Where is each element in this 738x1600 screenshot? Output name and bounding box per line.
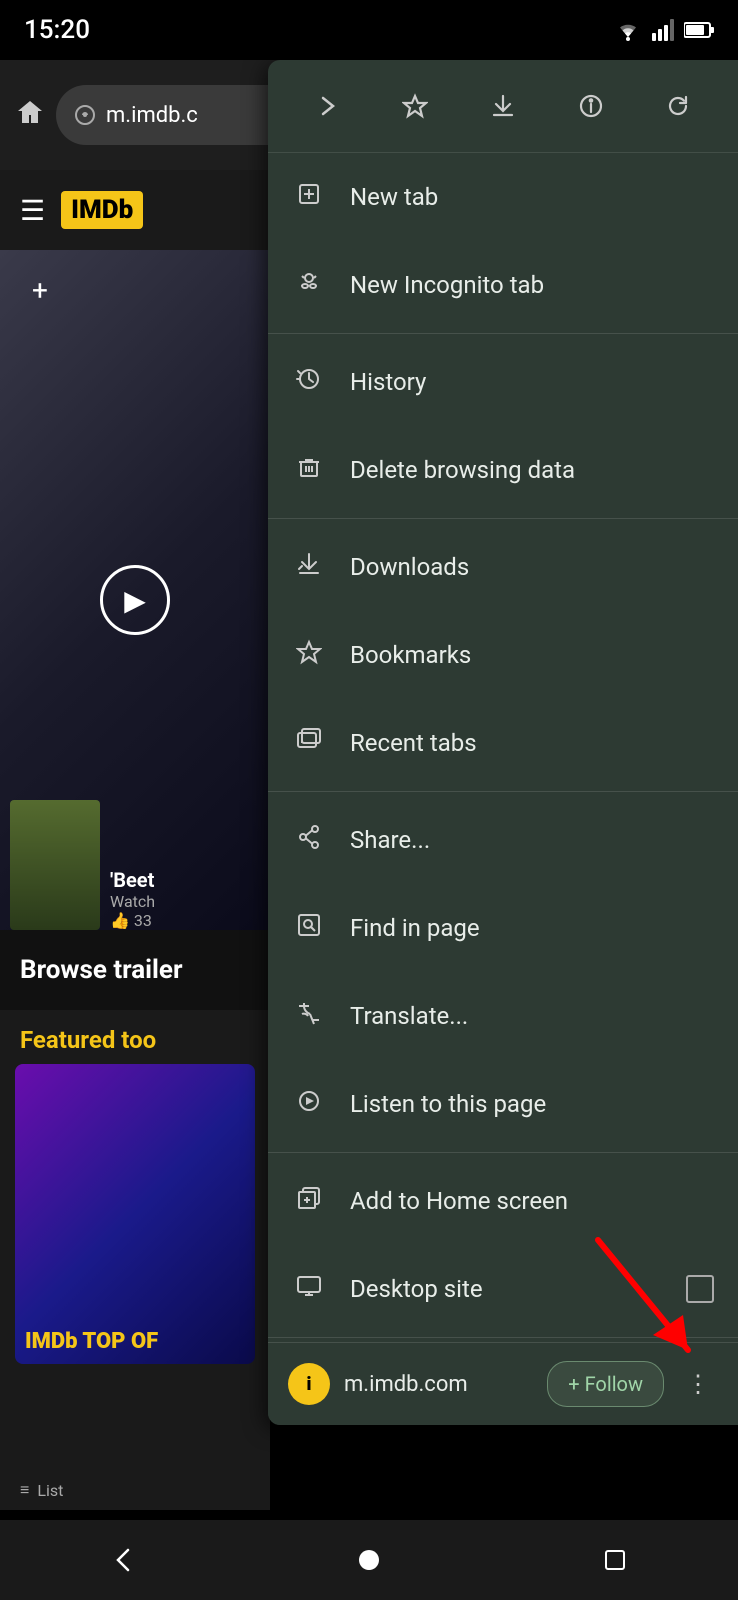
menu-item-add-to-home-screen[interactable]: Add to Home screen	[268, 1157, 738, 1245]
follow-site-icon: i	[288, 1363, 330, 1405]
forward-button[interactable]	[302, 80, 354, 132]
divider-after-delete-browsing-data	[268, 518, 738, 519]
battery-icon	[684, 21, 714, 39]
divider-after-desktop-site	[268, 1337, 738, 1338]
menu-follow-bar: i m.imdb.com + Follow ⋮	[268, 1342, 738, 1425]
menu-item-translate[interactable]: Translate...	[268, 972, 738, 1060]
menu-item-listen-to-page[interactable]: Listen to this page	[268, 1060, 738, 1148]
listen-icon	[292, 1088, 326, 1121]
downloads-icon	[292, 551, 326, 584]
bottom-nav	[0, 1520, 738, 1600]
refresh-button[interactable]	[652, 80, 704, 132]
list-label: List	[37, 1481, 63, 1500]
trash-icon	[292, 454, 326, 487]
divider-after-new-incognito-tab	[268, 333, 738, 334]
translate-icon	[292, 1000, 326, 1033]
menu-item-recent-tabs[interactable]: Recent tabs	[268, 699, 738, 787]
hamburger-icon[interactable]: ☰	[20, 194, 45, 227]
menu-item-label-desktop-site: Desktop site	[350, 1275, 483, 1303]
history-icon	[292, 366, 326, 399]
follow-button[interactable]: + Follow	[547, 1361, 664, 1407]
menu-item-find-in-page[interactable]: Find in page	[268, 884, 738, 972]
featured-section: Featured too IMDb TOP OF ≡ List	[0, 1010, 270, 1510]
menu-item-label-translate: Translate...	[350, 1002, 468, 1030]
menu-item-label-downloads: Downloads	[350, 553, 469, 581]
divider-after-listen-to-page	[268, 1152, 738, 1153]
wifi-icon	[614, 19, 642, 41]
menu-item-new-incognito-tab[interactable]: New Incognito tab	[268, 241, 738, 329]
menu-item-delete-browsing-data[interactable]: Delete browsing data	[268, 426, 738, 514]
movie-thumbnail	[10, 800, 100, 930]
menu-item-downloads[interactable]: Downloads	[268, 523, 738, 611]
share-icon	[292, 824, 326, 857]
menu-item-bookmarks[interactable]: Bookmarks	[268, 611, 738, 699]
address-text: m.imdb.c	[106, 103, 198, 128]
signal-icon	[652, 19, 674, 41]
find-icon	[292, 912, 326, 945]
menu-item-desktop-site[interactable]: Desktop site	[268, 1245, 738, 1333]
menu-item-label-recent-tabs: Recent tabs	[350, 729, 477, 757]
download-button[interactable]	[477, 80, 529, 132]
home-button[interactable]	[339, 1530, 399, 1590]
recent-apps-button[interactable]	[585, 1530, 645, 1590]
new-tab-icon	[292, 181, 326, 214]
address-security-icon	[74, 104, 96, 126]
menu-items-container: New tab New Incognito tab History Delete…	[268, 153, 738, 1338]
status-icons	[614, 19, 714, 41]
movie-area: + ▶ 'Beet Watch 👍 33	[0, 250, 270, 950]
incognito-icon	[292, 269, 326, 302]
imdb-top-badge: IMDb TOP OF	[25, 1329, 158, 1354]
menu-item-label-add-to-home-screen: Add to Home screen	[350, 1187, 568, 1215]
follow-site-name: m.imdb.com	[344, 1372, 533, 1397]
imdb-logo: IMDb	[61, 191, 143, 229]
menu-item-label-find-in-page: Find in page	[350, 914, 480, 942]
featured-card: IMDb TOP OF	[15, 1064, 255, 1364]
dropdown-menu: New tab New Incognito tab History Delete…	[268, 60, 738, 1425]
imdb-header: ☰ IMDb	[0, 170, 270, 250]
back-button[interactable]	[93, 1530, 153, 1590]
browse-section: Browse trailer	[0, 930, 270, 1010]
recent-tabs-icon	[292, 727, 326, 760]
play-button[interactable]: ▶	[100, 565, 170, 635]
status-time: 15:20	[24, 15, 90, 45]
bookmarks-icon	[292, 639, 326, 672]
desktop-icon	[292, 1273, 326, 1306]
menu-item-label-share: Share...	[350, 826, 430, 854]
movie-poster-bg: + ▶ 'Beet Watch 👍 33	[0, 250, 270, 950]
menu-toolbar	[268, 60, 738, 153]
add-home-icon	[292, 1185, 326, 1218]
list-icon-area: ≡ List	[20, 1480, 63, 1500]
list-icon: ≡	[20, 1480, 29, 1500]
follow-more-button[interactable]: ⋮	[678, 1362, 718, 1406]
desktop-site-checkbox[interactable]	[686, 1275, 714, 1303]
menu-item-new-tab[interactable]: New tab	[268, 153, 738, 241]
menu-item-history[interactable]: History	[268, 338, 738, 426]
status-bar: 15:20	[0, 0, 738, 60]
menu-item-label-new-tab: New tab	[350, 183, 438, 211]
divider-after-recent-tabs	[268, 791, 738, 792]
add-to-watchlist-btn[interactable]: +	[20, 270, 60, 310]
info-button[interactable]	[565, 80, 617, 132]
featured-title: Featured too	[0, 1010, 270, 1064]
menu-item-label-new-incognito-tab: New Incognito tab	[350, 271, 544, 299]
browser-home-btn[interactable]	[16, 98, 44, 133]
movie-subtitle: Watch	[110, 892, 155, 911]
menu-item-label-bookmarks: Bookmarks	[350, 641, 471, 669]
browse-text: Browse trailer	[20, 955, 183, 985]
menu-item-share[interactable]: Share...	[268, 796, 738, 884]
menu-item-label-history: History	[350, 368, 426, 396]
movie-info: 'Beet Watch 👍 33	[110, 868, 155, 930]
movie-likes: 👍 33	[110, 911, 155, 930]
movie-title: 'Beet	[110, 868, 155, 892]
menu-item-label-delete-browsing-data: Delete browsing data	[350, 456, 575, 484]
bookmark-button[interactable]	[389, 80, 441, 132]
menu-item-label-listen-to-page: Listen to this page	[350, 1090, 546, 1118]
